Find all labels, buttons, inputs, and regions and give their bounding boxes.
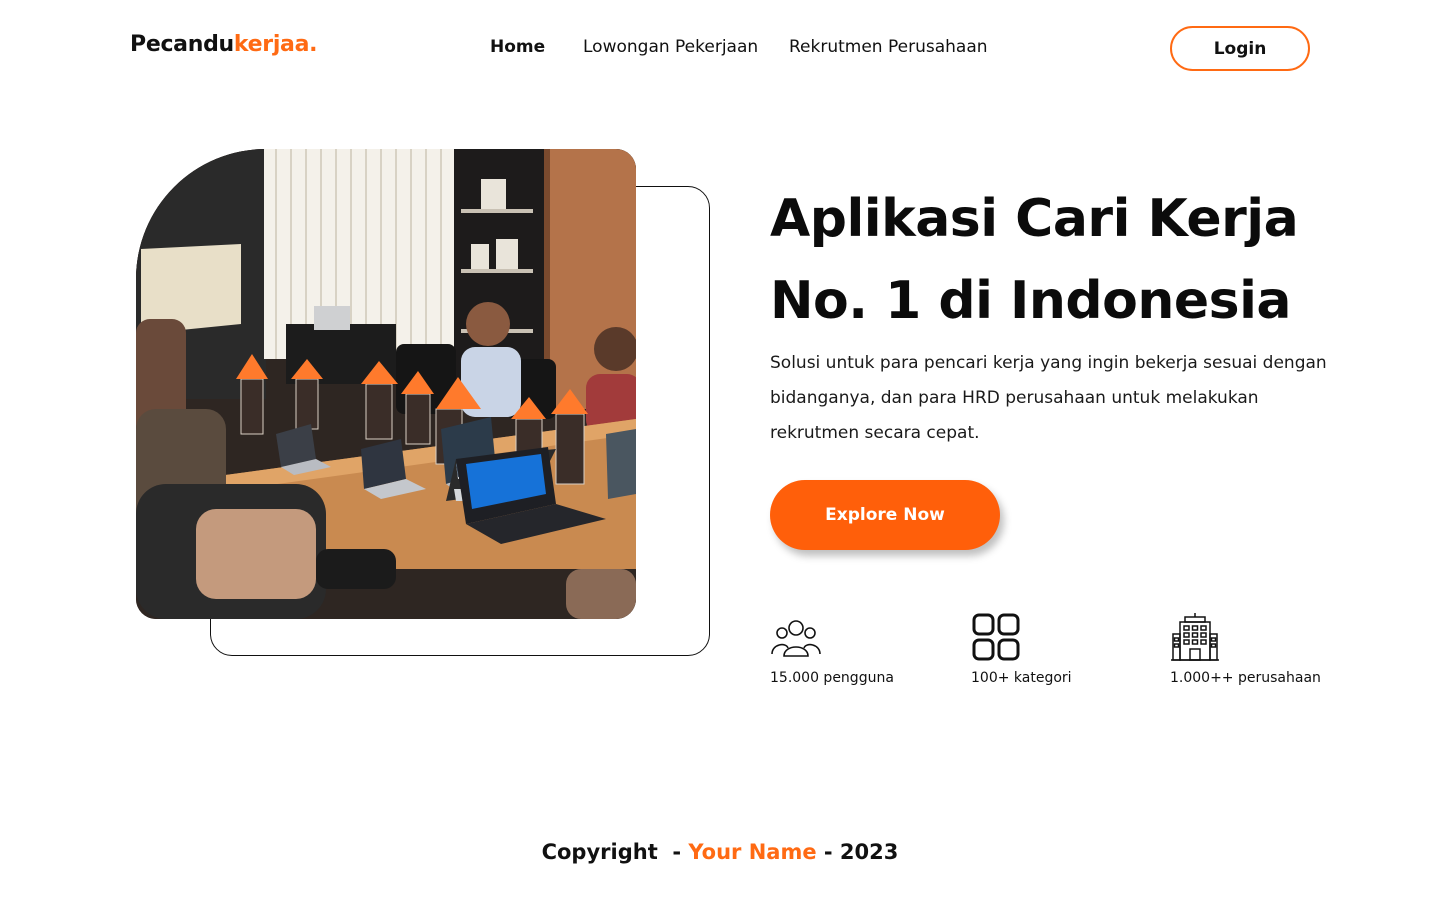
stat-users: 15.000 pengguna — [770, 608, 894, 686]
hero-headline-line1: Aplikasi Cari Kerja — [770, 189, 1299, 249]
stat-companies-label: 1.000++ perusahaan — [1170, 670, 1321, 686]
brand-logo[interactable]: Pecandukerjaa. — [130, 32, 318, 57]
nav-home-link[interactable]: Home — [490, 37, 545, 57]
stat-users-label: 15.000 pengguna — [770, 670, 894, 686]
hero-headline: Aplikasi Cari Kerja No. 1 di Indonesia — [770, 178, 1390, 342]
login-button[interactable]: Login — [1170, 26, 1310, 71]
hero-description: Solusi untuk para pencari kerja yang ing… — [770, 353, 1327, 443]
hero-photo — [136, 149, 636, 619]
stat-companies: 1.000++ perusahaan — [1170, 608, 1321, 686]
grid-icon — [971, 608, 1072, 662]
nav-jobs-link[interactable]: Lowongan Pekerjaan — [583, 37, 758, 57]
users-icon — [770, 608, 894, 662]
footer-name: Your Name — [688, 840, 817, 864]
nav-recruitment-link[interactable]: Rekrutmen Perusahaan — [789, 37, 988, 57]
hero-headline-line2: No. 1 di Indonesia — [770, 271, 1292, 331]
stat-categories: 100+ kategori — [971, 608, 1072, 686]
brand-logo-part2: kerjaa. — [233, 32, 318, 57]
brand-logo-part1: Pecandu — [130, 32, 234, 57]
building-icon — [1170, 608, 1321, 662]
footer-copyright: Copyright - Your Name - 2023 — [0, 840, 1440, 864]
footer-suffix: - 2023 — [816, 840, 899, 864]
stat-categories-label: 100+ kategori — [971, 670, 1072, 686]
footer-prefix: Copyright - — [541, 840, 689, 864]
explore-now-button[interactable]: Explore Now — [770, 480, 1000, 550]
